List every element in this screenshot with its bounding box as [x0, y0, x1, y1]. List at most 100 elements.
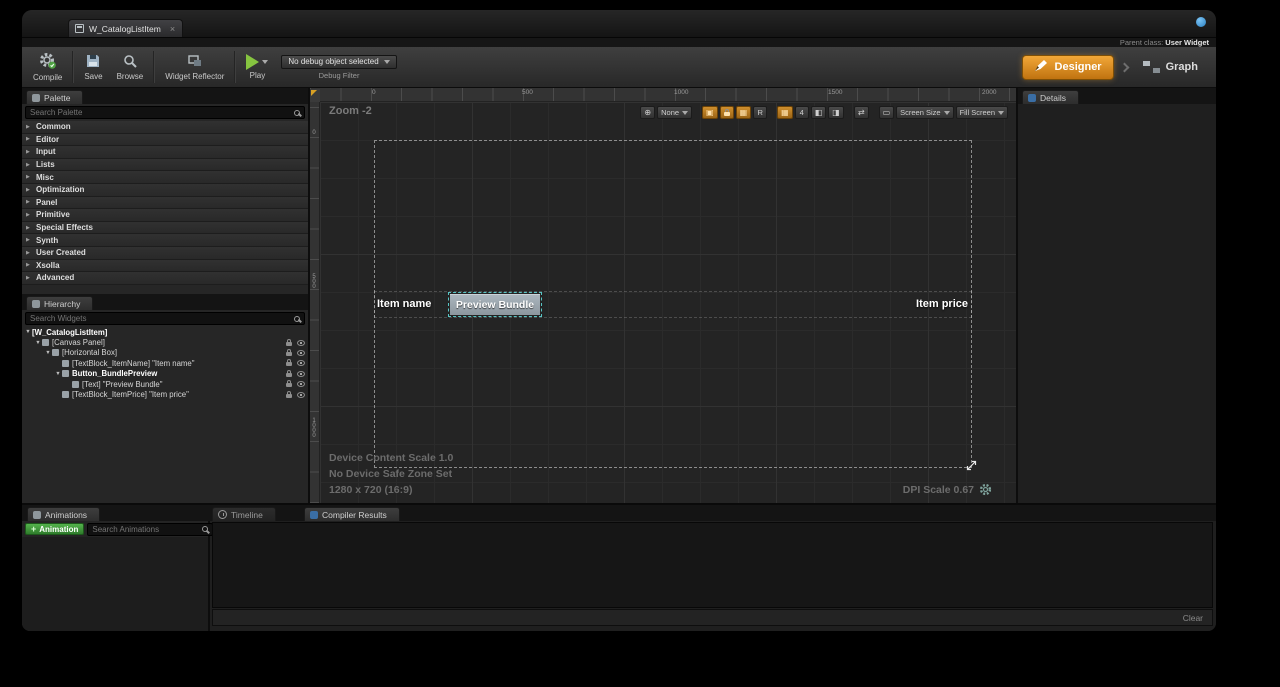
widget-reflector-button[interactable]: Widget Reflector: [158, 48, 231, 86]
graph-mode-button[interactable]: Graph: [1135, 55, 1206, 80]
hierarchy-item-textblock-itemprice[interactable]: ▼ [TextBlock_ItemPrice] "Item price": [22, 389, 308, 399]
lock-icon[interactable]: [286, 352, 292, 356]
collapse-arrow-icon[interactable]: ▼: [44, 350, 52, 356]
design-surface[interactable]: Zoom -2 ⊕ None ▣ ▦ R ▦ 4 ◧ ◨: [320, 102, 1016, 503]
snap-grid-toggle-button[interactable]: ▦: [777, 106, 793, 119]
compiler-results-tab[interactable]: Compiler Results: [304, 507, 400, 521]
flip-preview-button[interactable]: ⇄: [854, 106, 869, 119]
palette-category-editor[interactable]: ▶Editor: [22, 134, 308, 147]
resize-handle-icon[interactable]: [966, 458, 977, 476]
palette-category-primitive[interactable]: ▶Primitive: [22, 209, 308, 222]
debug-filter-label: Debug Filter: [319, 71, 360, 80]
lock-widget-toggle-button[interactable]: [720, 106, 734, 119]
palette-category-lists[interactable]: ▶Lists: [22, 159, 308, 172]
palette-category-xsolla[interactable]: ▶Xsolla: [22, 260, 308, 273]
collapse-arrow-icon[interactable]: ▼: [34, 340, 42, 346]
palette-category-special-effects[interactable]: ▶Special Effects: [22, 222, 308, 235]
widget-item-price-text[interactable]: Item price: [916, 298, 968, 310]
hierarchy-item-textblock-itemname[interactable]: ▼ [TextBlock_ItemName] "Item name": [22, 358, 308, 368]
animations-tab[interactable]: Animations: [27, 507, 100, 521]
collapse-arrow-icon[interactable]: ▼: [54, 371, 62, 377]
animations-panel: + Animation: [22, 521, 210, 631]
hierarchy-search[interactable]: [25, 312, 305, 325]
screen-size-dropdown[interactable]: Screen Size: [896, 106, 953, 119]
device-preview-button[interactable]: ▭: [879, 106, 895, 119]
visibility-eye-icon[interactable]: [297, 360, 305, 366]
widget-item-name-text[interactable]: Item name: [377, 298, 431, 310]
fill-screen-dropdown[interactable]: Fill Screen: [956, 106, 1008, 119]
hierarchy-item-root[interactable]: ▼ [W_CatalogListItem]: [22, 327, 308, 337]
lock-icon[interactable]: [286, 383, 292, 387]
save-button[interactable]: Save: [77, 48, 109, 86]
palette-tab[interactable]: Palette: [26, 90, 83, 104]
designer-mode-button[interactable]: Designer: [1022, 55, 1114, 80]
add-animation-button[interactable]: + Animation: [25, 523, 84, 535]
designer-viewport: 0 500 1000 1500 2000 0 500 1000 Zoom -2 …: [310, 88, 1018, 503]
safe-zone-label: No Device Safe Zone Set: [329, 466, 453, 482]
palette-category-common[interactable]: ▶Common: [22, 121, 308, 134]
close-tab-icon[interactable]: ×: [170, 25, 175, 33]
asset-tab[interactable]: W_CatalogListItem ×: [68, 19, 183, 37]
visibility-eye-icon[interactable]: [297, 392, 305, 398]
palette-category-optimization[interactable]: ▶Optimization: [22, 184, 308, 197]
compile-button[interactable]: Compile: [26, 48, 69, 86]
outline-mode-dropdown[interactable]: None: [657, 106, 692, 119]
debug-object-dropdown[interactable]: No debug object selected: [281, 55, 396, 69]
expand-arrow-icon: ▶: [26, 199, 32, 205]
grid-snap-toggle-button[interactable]: ▦: [736, 106, 752, 119]
toolbar-separator: [72, 51, 74, 83]
palette-category-user-created[interactable]: ▶User Created: [22, 247, 308, 260]
animations-list[interactable]: [22, 537, 208, 631]
preview-background-button[interactable]: ◧: [811, 106, 827, 119]
play-options-caret-icon[interactable]: [262, 60, 268, 64]
lock-icon[interactable]: [286, 373, 292, 377]
hierarchy-item-text-previewbundle[interactable]: ▼ [Text] "Preview Bundle": [22, 379, 308, 389]
monitor-icon: ▭: [883, 109, 891, 117]
palette-category-misc[interactable]: ▶Misc: [22, 171, 308, 184]
visibility-eye-icon[interactable]: [297, 350, 305, 356]
palette-category-panel[interactable]: ▶Panel: [22, 197, 308, 210]
compiler-results-log[interactable]: [212, 522, 1213, 608]
titlebar[interactable]: W_CatalogListItem ×: [22, 10, 1216, 38]
palette-category-input[interactable]: ▶Input: [22, 146, 308, 159]
clear-log-button[interactable]: Clear: [1183, 613, 1203, 623]
rotation-mode-button[interactable]: R: [753, 106, 767, 119]
search-icon: [202, 526, 208, 532]
visibility-eye-icon[interactable]: [297, 371, 305, 377]
grid-size-button[interactable]: 4: [795, 106, 809, 119]
toolbar-separator: [234, 51, 236, 83]
animations-icon: [33, 511, 41, 519]
hierarchy-item-canvas-panel[interactable]: ▼ [Canvas Panel]: [22, 337, 308, 347]
dropdown-caret-icon: [944, 111, 950, 115]
palette-search-input[interactable]: [30, 108, 294, 117]
hierarchy-item-horizontal-box[interactable]: ▼ [Horizontal Box]: [22, 348, 308, 358]
animations-search[interactable]: [87, 523, 213, 536]
globe-icon: ⊕: [644, 109, 651, 117]
anchor-toggle-button[interactable]: ▣: [702, 106, 718, 119]
hierarchy-search-input[interactable]: [30, 314, 294, 323]
localization-preview-button[interactable]: ⊕: [640, 106, 655, 119]
lock-icon[interactable]: [286, 342, 292, 346]
widget-preview-bundle-button[interactable]: Preview Bundle: [450, 294, 540, 315]
preview-overlay-button[interactable]: ◨: [828, 106, 844, 119]
visibility-eye-icon[interactable]: [297, 340, 305, 346]
animations-search-input[interactable]: [92, 525, 202, 534]
lock-icon[interactable]: [286, 362, 292, 366]
browse-magnifier-icon: [122, 53, 138, 71]
timeline-tab[interactable]: Timeline: [212, 507, 276, 521]
hierarchy-tab[interactable]: Hierarchy: [26, 296, 93, 310]
play-button[interactable]: Play: [239, 48, 275, 86]
palette-search[interactable]: [25, 106, 305, 119]
hierarchy-item-button-bundlepreview[interactable]: ▼ Button_BundlePreview: [22, 369, 308, 379]
palette-category-synth[interactable]: ▶Synth: [22, 234, 308, 247]
dpi-settings-gear-icon[interactable]: [979, 483, 992, 501]
main-area: Palette ▶Common ▶Editor ▶Input ▶Lists ▶M…: [22, 88, 1216, 503]
lock-icon[interactable]: [286, 394, 292, 398]
palette-category-advanced[interactable]: ▶Advanced: [22, 272, 308, 285]
collapse-arrow-icon[interactable]: ▼: [24, 329, 32, 335]
details-tab[interactable]: Details: [1022, 90, 1079, 104]
horizontal-box-icon: [52, 349, 59, 356]
resolution-label: 1280 x 720 (16:9): [329, 482, 453, 498]
browse-button[interactable]: Browse: [110, 48, 151, 86]
visibility-eye-icon[interactable]: [297, 381, 305, 387]
